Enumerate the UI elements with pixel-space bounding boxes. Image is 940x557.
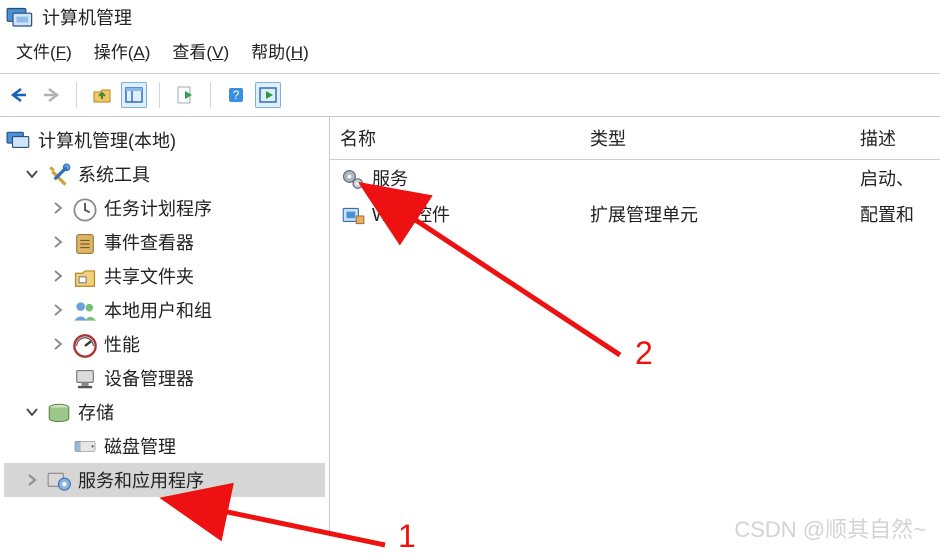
tree-shared-folders[interactable]: 共享文件夹 bbox=[4, 259, 325, 293]
device-icon bbox=[72, 367, 98, 389]
tree-pane: 计算机管理(本地) 系统工具 任务计划程序 事件查看器 共享文件夹 bbox=[0, 117, 330, 537]
chevron-down-icon[interactable] bbox=[24, 166, 40, 182]
tree-event-viewer[interactable]: 事件查看器 bbox=[4, 225, 325, 259]
chevron-right-icon[interactable] bbox=[50, 268, 66, 284]
export-icon[interactable] bbox=[172, 82, 198, 108]
storage-icon bbox=[46, 401, 72, 423]
chevron-right-icon[interactable] bbox=[24, 472, 40, 488]
list-pane: 名称 类型 描述 服务 启动、 WMI 控件 扩展管理单元 配置和 bbox=[330, 117, 940, 537]
users-icon bbox=[72, 299, 98, 321]
computer-management-icon bbox=[6, 129, 32, 151]
col-header-desc[interactable]: 描述 bbox=[850, 117, 940, 159]
tree-services-apps[interactable]: 服务和应用程序 bbox=[4, 463, 325, 497]
menu-bar: 文件(F) 操作(A) 查看(V) 帮助(H) bbox=[0, 38, 940, 74]
list-header: 名称 类型 描述 bbox=[330, 117, 940, 160]
event-log-icon bbox=[72, 231, 98, 253]
back-icon[interactable] bbox=[6, 82, 32, 108]
list-cell-type: 扩展管理单元 bbox=[580, 199, 850, 229]
clock-icon bbox=[72, 197, 98, 219]
wmi-icon bbox=[340, 203, 366, 225]
gears-icon bbox=[340, 167, 366, 189]
chevron-down-icon[interactable] bbox=[24, 404, 40, 420]
col-header-type[interactable]: 类型 bbox=[580, 117, 850, 159]
menu-action[interactable]: 操作(A) bbox=[94, 38, 151, 63]
performance-icon bbox=[72, 333, 98, 355]
shared-folder-icon bbox=[72, 265, 98, 287]
tree-system-tools[interactable]: 系统工具 bbox=[4, 157, 325, 191]
tree-disk-management[interactable]: 磁盘管理 bbox=[4, 429, 325, 463]
toolbar-separator bbox=[76, 82, 77, 108]
tree-performance[interactable]: 性能 bbox=[4, 327, 325, 361]
list-cell-name: 服务 bbox=[372, 165, 408, 191]
list-cell-type bbox=[580, 176, 850, 180]
tree-storage[interactable]: 存储 bbox=[4, 395, 325, 429]
chevron-right-icon[interactable] bbox=[50, 336, 66, 352]
services-apps-icon bbox=[46, 469, 72, 491]
window-title: 计算机管理 bbox=[42, 4, 132, 30]
menu-help[interactable]: 帮助(H) bbox=[251, 38, 309, 63]
help-icon[interactable]: ? bbox=[223, 82, 249, 108]
toolbar-separator bbox=[159, 82, 160, 108]
toolbar: ? bbox=[0, 74, 940, 117]
menu-view[interactable]: 查看(V) bbox=[172, 38, 229, 63]
tree-local-users[interactable]: 本地用户和组 bbox=[4, 293, 325, 327]
tree-root-computer-management[interactable]: 计算机管理(本地) bbox=[4, 123, 325, 157]
list-cell-name: WMI 控件 bbox=[372, 201, 450, 227]
app-icon bbox=[6, 5, 34, 29]
list-row-wmi[interactable]: WMI 控件 扩展管理单元 配置和 bbox=[330, 196, 940, 232]
menu-file[interactable]: 文件(F) bbox=[16, 38, 72, 63]
forward-icon[interactable] bbox=[38, 82, 64, 108]
col-header-name[interactable]: 名称 bbox=[330, 117, 580, 159]
tools-icon bbox=[46, 163, 72, 185]
disk-icon bbox=[72, 435, 98, 457]
tree-task-scheduler[interactable]: 任务计划程序 bbox=[4, 191, 325, 225]
svg-text:?: ? bbox=[233, 88, 240, 102]
chevron-right-icon[interactable] bbox=[50, 234, 66, 250]
list-cell-desc: 配置和 bbox=[850, 199, 940, 229]
toolbar-separator bbox=[210, 82, 211, 108]
up-folder-icon[interactable] bbox=[89, 82, 115, 108]
run-icon[interactable] bbox=[255, 82, 281, 108]
list-cell-desc: 启动、 bbox=[850, 163, 940, 193]
list-row-services[interactable]: 服务 启动、 bbox=[330, 160, 940, 196]
title-bar: 计算机管理 bbox=[0, 0, 940, 38]
tree-device-manager[interactable]: 设备管理器 bbox=[4, 361, 325, 395]
view-panes-icon[interactable] bbox=[121, 82, 147, 108]
chevron-right-icon[interactable] bbox=[50, 302, 66, 318]
chevron-right-icon[interactable] bbox=[50, 200, 66, 216]
